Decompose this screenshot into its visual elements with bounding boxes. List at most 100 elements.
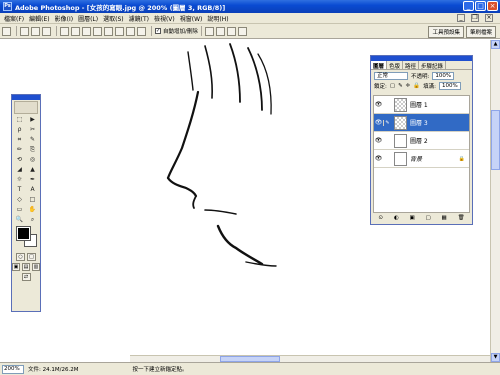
menu-select[interactable]: 選取(S) (103, 14, 124, 23)
path-selection-tool[interactable]: A (27, 185, 39, 194)
exclude-path-icon[interactable] (237, 26, 247, 36)
marquee-tool[interactable]: ⬚ (14, 115, 26, 124)
vertical-scrollbar[interactable]: ▲ ▼ (490, 40, 500, 362)
pen-tool-icon[interactable] (2, 26, 11, 36)
slice-tool[interactable]: ✎ (27, 135, 39, 144)
lock-transparency-icon[interactable]: ▢ (390, 83, 395, 89)
notes-tool[interactable]: □ (27, 195, 39, 204)
dodge-tool[interactable]: ☼ (14, 175, 26, 184)
shape-layers-icon[interactable] (20, 26, 29, 36)
menu-window[interactable]: 視窗(W) (180, 14, 203, 23)
blur-tool[interactable]: ▲ (27, 165, 39, 174)
subtract-path-icon[interactable] (215, 26, 225, 36)
full-screen-menu-button[interactable]: ▤ (22, 263, 30, 271)
freeform-pen-icon[interactable] (71, 26, 80, 36)
polygon-shape-icon[interactable] (115, 26, 124, 36)
jump-to-imageready-button[interactable]: ⇄ (21, 273, 31, 281)
crop-tool[interactable]: ⌗ (14, 135, 26, 144)
menu-image[interactable]: 影像(I) (55, 14, 73, 23)
history-brush-tool[interactable]: ⟲ (14, 155, 26, 164)
custom-shape-icon[interactable] (137, 26, 146, 36)
magic-wand-tool[interactable]: ✂ (27, 125, 39, 134)
pen-tool[interactable]: ✒ (27, 175, 39, 184)
zoom-field[interactable]: 200% (2, 364, 24, 374)
document-info[interactable]: 文件: 24.1M/26.2M (28, 365, 78, 373)
vertical-scroll-thumb[interactable] (491, 110, 500, 170)
measure-tool[interactable]: ⌕ (27, 215, 39, 224)
eyedropper-tool[interactable]: ▭ (14, 205, 26, 214)
maximize-button[interactable]: □ (475, 1, 486, 11)
menu-layer[interactable]: 圖層(L) (78, 14, 98, 23)
auto-add-delete-checkbox[interactable]: ✓ (155, 28, 161, 34)
move-tool[interactable]: ▶ (27, 115, 39, 124)
layer-row-selected[interactable]: 👁 ✎ 圖層 3 (374, 114, 469, 132)
standard-screen-button[interactable]: ▣ (12, 263, 20, 271)
scroll-down-arrow[interactable]: ▼ (491, 353, 500, 362)
new-layer-icon[interactable]: ▦ (442, 215, 447, 221)
auto-add-delete-option[interactable]: ✓ 自動增加/刪除 (155, 27, 198, 35)
brush-icon[interactable]: ✎ (383, 119, 391, 126)
lock-position-icon[interactable]: ✛ (406, 83, 411, 89)
menu-view[interactable]: 檢視(V) (154, 14, 175, 23)
eraser-tool[interactable]: ◎ (27, 155, 39, 164)
trash-icon[interactable]: 🗑 (458, 215, 465, 221)
ellipse-shape-icon[interactable] (104, 26, 113, 36)
pen-icon[interactable] (60, 26, 69, 36)
eye-icon[interactable]: 👁 (374, 137, 383, 144)
layer-style-icon[interactable]: ⊙ (378, 215, 383, 221)
adjustment-layer-icon[interactable]: ▢ (426, 215, 431, 221)
opacity-input[interactable]: 100% (432, 71, 455, 80)
eye-icon[interactable]: 👁 (374, 155, 383, 162)
standard-mode-button[interactable]: ○ (16, 253, 25, 261)
fill-pixels-icon[interactable] (42, 26, 51, 36)
hair-stroke (229, 43, 241, 103)
tab-paths[interactable]: 路徑 (403, 61, 420, 70)
close-button[interactable]: × (487, 1, 498, 11)
adobe-online-feather-icon[interactable] (14, 101, 38, 114)
type-tool[interactable]: T (14, 185, 26, 194)
toolbox-title-bar[interactable] (12, 95, 40, 100)
zoom-tool[interactable]: 🔍 (14, 215, 26, 224)
menu-help[interactable]: 說明(H) (207, 14, 228, 23)
intersect-path-icon[interactable] (226, 26, 236, 36)
rectangle-shape-icon[interactable] (82, 26, 91, 36)
eye-icon[interactable]: 👁 (374, 101, 383, 108)
new-layer-set-icon[interactable]: ▣ (409, 215, 414, 221)
shape-tool[interactable]: ◇ (14, 195, 26, 204)
layer-row[interactable]: 👁 圖層 1 (374, 96, 469, 114)
full-screen-button[interactable]: ▥ (32, 263, 40, 271)
layer-mask-icon[interactable]: ◐ (394, 215, 399, 221)
menu-filter[interactable]: 濾鏡(T) (129, 14, 149, 23)
stamp-tool[interactable]: ⎘ (27, 145, 39, 154)
gradient-tool[interactable]: ◢ (14, 165, 26, 174)
tab-channels[interactable]: 色版 (387, 61, 404, 70)
brush-tool[interactable]: ✏ (14, 145, 26, 154)
quick-mask-button[interactable]: □ (27, 253, 36, 261)
foreground-color-swatch[interactable] (16, 226, 31, 241)
minimize-button[interactable]: _ (463, 1, 474, 11)
menu-edit[interactable]: 編輯(E) (29, 14, 49, 23)
paths-icon[interactable] (31, 26, 40, 36)
layer-row[interactable]: 👁 圖層 2 (374, 132, 469, 150)
tab-layers[interactable]: 圖層 (371, 61, 388, 70)
layer-row-background[interactable]: 👁 背景 🔒 (374, 150, 469, 168)
fill-input[interactable]: 100% (439, 82, 461, 90)
line-shape-icon[interactable] (126, 26, 135, 36)
tab-history[interactable]: 步驟記錄 (419, 61, 447, 70)
rounded-rectangle-icon[interactable] (93, 26, 102, 36)
add-to-path-icon[interactable] (204, 26, 214, 36)
brushes-tab[interactable]: 筆刷檔案 (465, 26, 496, 38)
tool-presets-tab[interactable]: 工具預設集 (428, 26, 464, 38)
menu-file[interactable]: 檔案(F) (4, 14, 24, 23)
lock-image-icon[interactable]: ✎ (398, 83, 403, 89)
lasso-tool[interactable]: ρ (14, 125, 26, 134)
doc-restore-button[interactable]: ❐ (471, 14, 479, 22)
doc-minimize-button[interactable]: _ (457, 14, 465, 22)
eye-icon[interactable]: 👁 (374, 119, 383, 126)
hand-tool[interactable]: ✋ (27, 205, 39, 214)
scroll-up-arrow[interactable]: ▲ (491, 40, 500, 49)
lock-all-icon[interactable]: 🔒 (413, 83, 420, 89)
doc-close-button[interactable]: × (485, 14, 493, 22)
horizontal-scrollbar[interactable] (130, 355, 490, 362)
blend-mode-select[interactable]: 正常 (374, 71, 408, 80)
